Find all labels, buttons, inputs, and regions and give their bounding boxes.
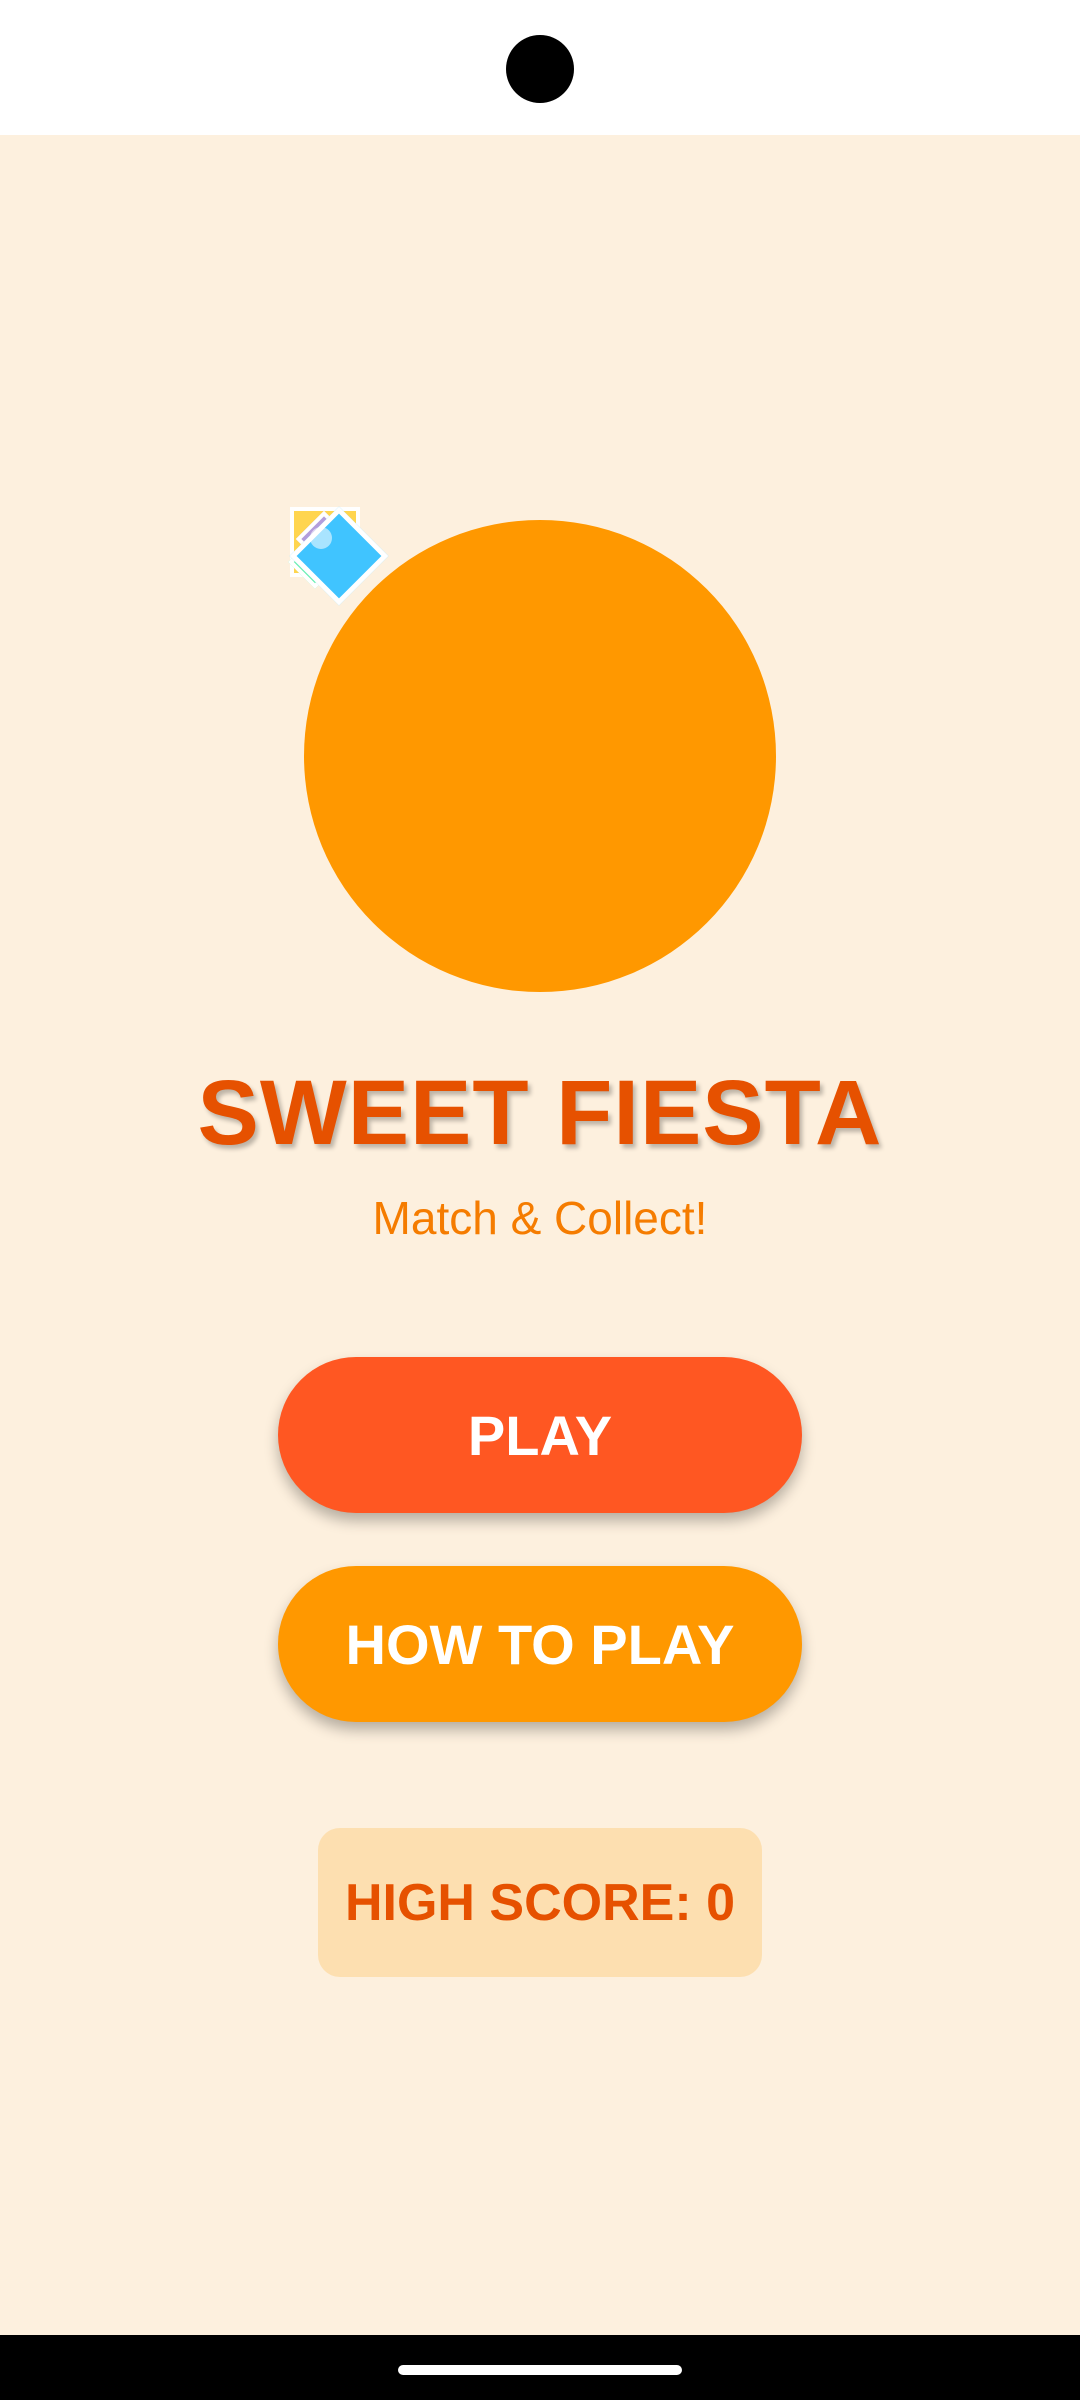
home-indicator[interactable] (398, 2365, 682, 2375)
high-score-label: HIGH SCORE: 0 (344, 1873, 736, 1932)
candy-cluster-icon (286, 503, 396, 613)
status-bar (0, 0, 1080, 135)
how-to-play-button[interactable]: HOW TO PLAY (278, 1566, 802, 1722)
play-button[interactable]: PLAY (278, 1357, 802, 1513)
camera-cutout (506, 35, 574, 103)
game-subtitle: Match & Collect! (372, 1192, 708, 1244)
high-score-badge: HIGH SCORE: 0 (318, 1828, 762, 1977)
candy-shine (310, 527, 332, 549)
game-title: SWEET FIESTA (197, 1062, 883, 1164)
